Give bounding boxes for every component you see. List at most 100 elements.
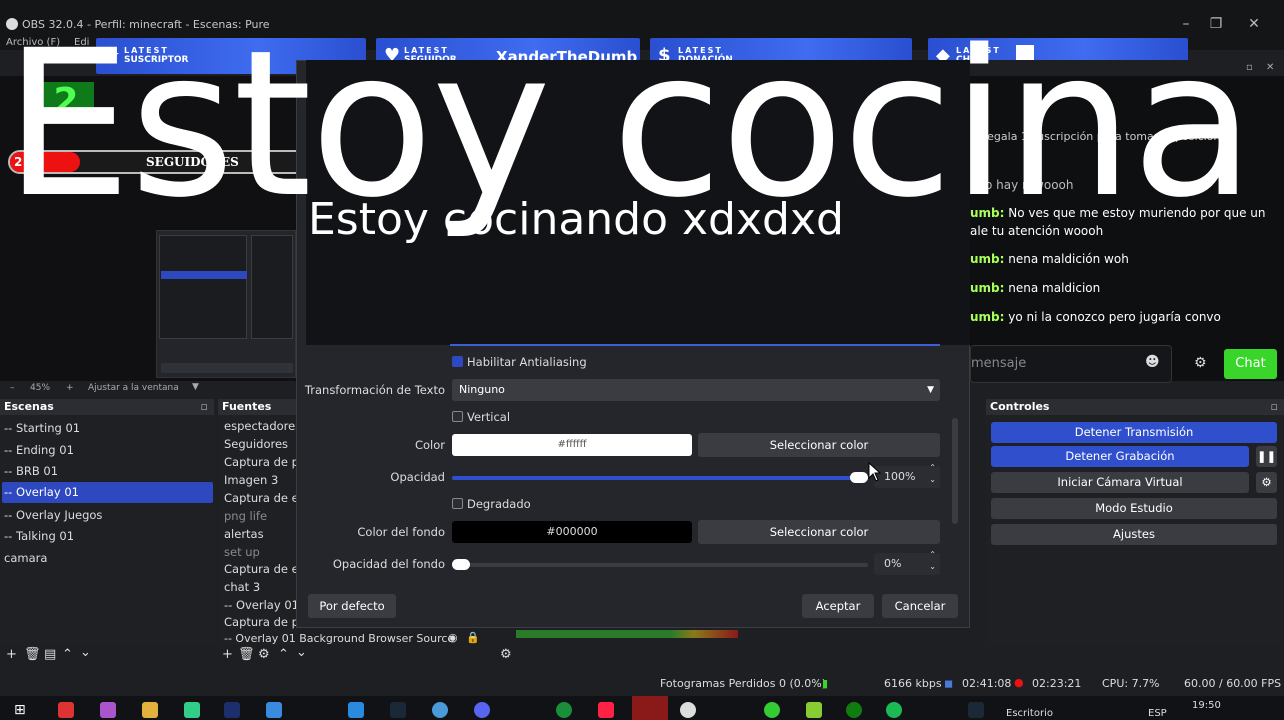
studio-mode-button[interactable]: Modo Estudio	[991, 498, 1277, 519]
stream-time: 02:41:08	[962, 677, 1012, 690]
scene-item[interactable]: -- Ending 01	[4, 443, 74, 457]
scene-item-selected[interactable]: -- Overlay 01	[2, 482, 213, 503]
dialog-scrollbar[interactable]	[952, 418, 958, 524]
source-item[interactable]: png life	[224, 509, 267, 523]
zoom-out-icon[interactable]: –	[10, 383, 15, 393]
source-item[interactable]: Seguidores	[224, 437, 288, 451]
bg-opacity-spinbox[interactable]: 0% ⌃ ⌄	[874, 550, 940, 575]
gradient-label: Degradado	[467, 497, 531, 511]
source-item[interactable]: Captura de er	[224, 491, 303, 505]
ok-button[interactable]: Aceptar	[802, 594, 874, 618]
bg-opacity-slider-track[interactable]	[452, 563, 868, 567]
chevron-down-icon[interactable]: ⌄	[296, 645, 307, 660]
source-item[interactable]: Captura de er	[224, 562, 303, 576]
chevron-down-icon[interactable]: ⌄	[80, 645, 91, 660]
lock-icon[interactable]: 🔒	[466, 631, 480, 644]
folder-icon[interactable]	[142, 702, 158, 718]
defaults-button[interactable]: Por defecto	[308, 594, 396, 618]
vertical-label: Vertical	[467, 410, 511, 424]
source-item[interactable]: -- Overlay 01	[224, 598, 299, 612]
chevron-down-icon[interactable]: ▼	[192, 382, 199, 392]
pause-recording-icon[interactable]: ❚❚	[1256, 446, 1277, 467]
chat-settings-gear-icon[interactable]: ⚙	[1194, 355, 1207, 371]
stop-recording-button[interactable]: Detener Grabación	[991, 446, 1249, 467]
app-icon[interactable]	[100, 702, 116, 718]
trash-icon[interactable]: 🗑	[238, 647, 255, 662]
dock-float-icon: ▫	[1270, 400, 1278, 413]
source-item[interactable]: set up	[224, 545, 260, 559]
add-icon[interactable]: +	[222, 647, 233, 662]
color-label: Color	[414, 438, 445, 452]
emoji-icon[interactable]: ☻	[1145, 354, 1160, 370]
zoom-fit[interactable]: Ajustar a la ventana	[88, 383, 179, 393]
chat-send-button[interactable]: Chat	[1224, 349, 1277, 379]
app-icon[interactable]	[764, 702, 780, 718]
bg-opacity-slider-handle[interactable]	[452, 559, 470, 570]
transform-select[interactable]: Ninguno ▼	[452, 379, 940, 401]
chat-input[interactable]: mensaje ☻	[970, 345, 1172, 383]
scene-item[interactable]: -- Talking 01	[4, 529, 74, 543]
chevron-up-icon[interactable]: ⌃	[278, 647, 289, 662]
scenes-toolbar: + 🗑 ▤ ⌃ ⌄	[0, 645, 216, 667]
stream-icon: ◼	[944, 677, 954, 690]
mixer-gear-icon[interactable]: ⚙	[500, 647, 512, 662]
source-item[interactable]: chat 3	[224, 580, 260, 594]
virtual-camera-gear-icon[interactable]: ⚙	[1256, 472, 1277, 493]
language-indicator[interactable]: ESP	[1148, 708, 1167, 719]
chevron-up-icon[interactable]: ⌃	[62, 647, 73, 662]
settings-button[interactable]: Ajustes	[991, 524, 1277, 545]
gear-icon[interactable]: ⚙	[258, 647, 270, 662]
zoom-in-icon[interactable]: +	[66, 383, 74, 393]
source-item[interactable]: Captura de pa	[224, 615, 306, 629]
brave-icon[interactable]	[598, 702, 614, 718]
stop-streaming-button[interactable]: Detener Transmisión	[991, 422, 1277, 443]
scene-item[interactable]: camara	[4, 551, 47, 565]
add-icon[interactable]: +	[6, 647, 17, 662]
eye-icon[interactable]: ◉	[448, 631, 458, 644]
scene-item[interactable]: -- Starting 01	[4, 421, 80, 435]
filter-icon[interactable]: ▤	[44, 647, 56, 662]
app-icon[interactable]	[266, 702, 282, 718]
chrome-icon[interactable]	[556, 702, 572, 718]
chevron-down-icon: ▼	[927, 385, 934, 395]
cancel-button[interactable]: Cancelar	[882, 594, 958, 618]
source-item[interactable]: -- Overlay 01 Background Browser Source	[224, 632, 454, 645]
discord-icon[interactable]	[474, 702, 490, 718]
scene-item[interactable]: -- Overlay Juegos	[4, 508, 102, 522]
trash-icon[interactable]: 🗑	[24, 647, 41, 662]
opacity-spinbox[interactable]: 100% ⌃ ⌄	[874, 463, 940, 488]
steam-icon[interactable]	[390, 702, 406, 718]
status-bar: Fotogramas Perdidos 0 (0.0%) ▮ 6166 kbps…	[0, 670, 1284, 696]
app-icon[interactable]	[432, 702, 448, 718]
select-bg-color-button[interactable]: Seleccionar color	[698, 520, 940, 544]
desktop-label[interactable]: Escritorio	[1006, 708, 1053, 719]
spotify-icon[interactable]	[886, 702, 902, 718]
gradient-checkbox[interactable]	[452, 498, 463, 509]
obs-taskbar-icon[interactable]	[680, 702, 696, 718]
bg-opacity-label: Opacidad del fondo	[332, 557, 445, 571]
source-item[interactable]: espectadores	[224, 419, 301, 433]
app-icon[interactable]	[184, 702, 200, 718]
source-item[interactable]: Captura de pa	[224, 455, 306, 469]
clock[interactable]: 19:50	[1192, 700, 1221, 711]
source-item[interactable]: Imagen 3	[224, 473, 278, 487]
windows-start-icon[interactable]: ⊞	[14, 702, 26, 718]
opacity-slider-handle[interactable]	[850, 472, 868, 483]
big-overlay-caption: Estoy cocina	[4, 6, 1255, 242]
source-item[interactable]: alertas	[224, 527, 264, 541]
select-color-button[interactable]: Seleccionar color	[698, 433, 940, 457]
scene-item[interactable]: -- BRB 01	[4, 464, 58, 478]
opera-active-icon[interactable]	[632, 696, 668, 720]
scenes-dock-header: Escenas ▫	[0, 399, 214, 415]
audio-meter	[516, 630, 738, 638]
photoshop-icon[interactable]	[224, 702, 240, 718]
steam-icon[interactable]	[968, 702, 984, 718]
app-icon[interactable]	[348, 702, 364, 718]
app-icon[interactable]	[58, 702, 74, 718]
app-icon[interactable]	[806, 702, 822, 718]
vertical-checkbox[interactable]	[452, 411, 463, 422]
dock-close-icon[interactable]: ✕	[1266, 62, 1274, 73]
antialias-checkbox[interactable]	[452, 356, 463, 367]
start-virtual-camera-button[interactable]: Iniciar Cámara Virtual	[991, 472, 1249, 493]
xbox-icon[interactable]	[846, 702, 862, 718]
